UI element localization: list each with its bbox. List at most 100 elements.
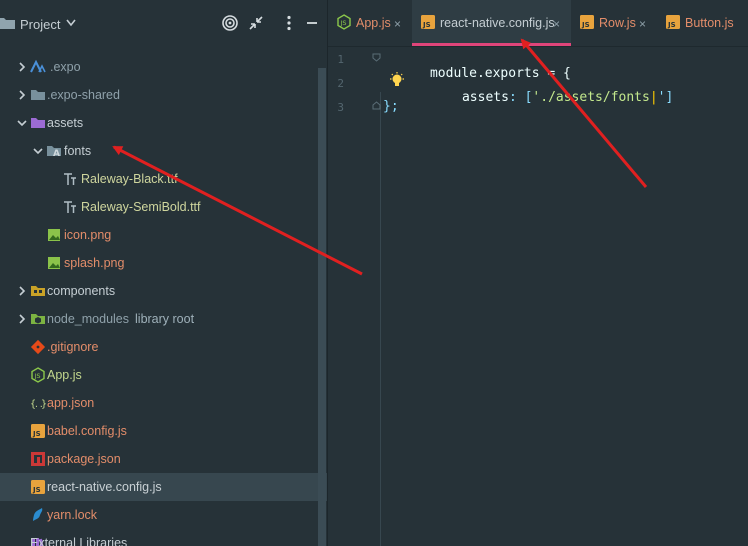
js-file-icon: JS <box>665 14 681 30</box>
fonts-folder-icon: A <box>46 143 62 159</box>
tree-item[interactable]: package.json <box>0 445 327 473</box>
editor: JS App.js × JS react-native.config.js × JS Row.… <box>328 0 748 546</box>
tree-item-label: assets <box>47 116 84 130</box>
chevron-right-icon[interactable] <box>16 313 28 325</box>
tree-item[interactable]: JS babel.config.js <box>0 417 327 445</box>
chevron-right-icon[interactable] <box>16 89 28 101</box>
target-icon[interactable] <box>221 14 239 32</box>
project-folder-icon <box>0 18 15 29</box>
font-file-icon <box>62 199 78 215</box>
line-number: 2 <box>337 77 344 90</box>
js-file-icon: JS <box>420 14 436 30</box>
code-assets-key: assets <box>461 90 509 105</box>
tree-item-label: node_modules library root <box>47 312 195 326</box>
code-string: './assets/fonts <box>532 90 650 105</box>
tree-item[interactable]: components <box>0 277 327 305</box>
assets-folder-icon <box>30 115 46 131</box>
close-tab-icon[interactable]: × <box>394 17 401 31</box>
components-folder-icon <box>30 283 46 299</box>
fold-close-icon[interactable] <box>372 101 381 110</box>
code-line-2[interactable]: assets: ['./assets/fonts|'] <box>415 75 673 120</box>
line-number: 1 <box>337 53 344 66</box>
tree-item[interactable]: splash.png <box>0 249 327 277</box>
svg-text:JS: JS <box>32 430 41 438</box>
svg-text:JS: JS <box>667 21 676 29</box>
tree-item-label: fonts <box>64 144 92 158</box>
tree-item[interactable]: External Libraries <box>0 529 327 546</box>
tree-item[interactable]: .expo-shared <box>0 81 327 109</box>
line-gutter: 1 2 3 <box>328 46 380 546</box>
tree-item-label: babel.config.js <box>47 424 127 438</box>
close-tab-icon[interactable]: × <box>553 17 560 31</box>
tree-item[interactable]: Raleway-SemiBold.ttf <box>0 193 327 221</box>
tree-item-label: package.json <box>47 452 121 466</box>
tree-item[interactable]: JS react-native.config.js <box>0 473 327 501</box>
svg-text:JS: JS <box>340 19 347 27</box>
image-file-icon <box>46 227 62 243</box>
tab-label: App.js <box>356 16 391 30</box>
tree-item[interactable]: .gitignore <box>0 333 327 361</box>
fold-open-icon[interactable] <box>372 53 381 62</box>
nodejs-file-icon: JS <box>30 367 46 383</box>
minimize-icon[interactable] <box>303 14 321 32</box>
chevron-down-icon[interactable] <box>32 145 44 157</box>
tree-item-label: components <box>47 284 116 298</box>
json-file-icon: {..} <box>30 395 47 411</box>
tab-react-native-config-js[interactable]: JS react-native.config.js × <box>412 0 571 46</box>
chevron-down-icon[interactable] <box>66 19 76 27</box>
js-file-icon: JS <box>30 479 46 495</box>
tree-item[interactable]: icon.png <box>0 221 327 249</box>
close-tab-icon[interactable]: × <box>639 17 646 31</box>
text-caret: | <box>649 90 658 105</box>
tree-item[interactable]: {..}app.json <box>0 389 327 417</box>
tree-item-label: .gitignore <box>47 340 99 354</box>
tree-item[interactable]: JS App.js <box>0 361 327 389</box>
svg-text:JS: JS <box>34 372 41 380</box>
tree-item-label: splash.png <box>64 256 125 270</box>
npm-file-icon <box>30 451 46 467</box>
tree-item[interactable]: Raleway-Black.ttf <box>0 165 327 193</box>
collapse-all-icon[interactable] <box>247 14 265 32</box>
tree-item-label: react-native.config.js <box>47 480 162 494</box>
tree-item[interactable]: .expo <box>0 53 327 81</box>
tree-item-label: Raleway-Black.ttf <box>81 172 178 186</box>
tree-item[interactable]: yarn.lock <box>0 501 327 529</box>
indent-guide <box>380 92 381 546</box>
tab-row-js[interactable]: JS Row.js × <box>571 0 657 46</box>
tab-button-js[interactable]: JS Button.js <box>657 0 748 46</box>
svg-text:JS: JS <box>32 486 41 494</box>
project-title[interactable]: Project <box>20 17 60 32</box>
code-bracket-close: '] <box>657 90 674 105</box>
tree-item-label: icon.png <box>64 228 112 242</box>
svg-text:}: } <box>41 399 46 410</box>
tree-item-label: .expo-shared <box>47 88 120 102</box>
font-file-icon <box>62 171 78 187</box>
more-options-icon[interactable] <box>280 14 298 32</box>
js-file-icon: JS <box>579 14 595 30</box>
active-tab-indicator <box>412 43 571 46</box>
tree-item[interactable]: node_modules library root <box>0 305 327 333</box>
chevron-right-icon[interactable] <box>16 61 28 73</box>
yarn-file-icon <box>30 507 46 523</box>
tab-label: Button.js <box>685 16 734 30</box>
chevron-down-icon[interactable] <box>16 117 28 129</box>
project-scrollbar[interactable] <box>318 68 326 546</box>
svg-text:A: A <box>53 149 60 159</box>
tree-item-label: app.json <box>47 396 95 410</box>
tree-item-label: .expo <box>50 60 81 74</box>
git-icon <box>30 339 46 355</box>
tree-item-label: App.js <box>47 368 82 382</box>
lightbulb-icon[interactable] <box>389 72 405 90</box>
nodejs-file-icon: JS <box>336 14 352 30</box>
tab-app-js[interactable]: JS App.js × <box>328 0 412 46</box>
image-file-icon <box>46 255 62 271</box>
expo-folder-icon <box>30 59 46 75</box>
chevron-right-icon[interactable] <box>16 285 28 297</box>
library-root-label: library root <box>135 312 195 326</box>
js-file-icon: JS <box>30 423 46 439</box>
editor-tabs: JS App.js × JS react-native.config.js × JS Row.… <box>328 0 748 47</box>
tree-item[interactable]: Afonts <box>0 137 327 165</box>
code-line-3[interactable]: }; <box>383 99 399 114</box>
tree-item[interactable]: assets <box>0 109 327 137</box>
tree-item-label: External Libraries <box>30 536 128 546</box>
